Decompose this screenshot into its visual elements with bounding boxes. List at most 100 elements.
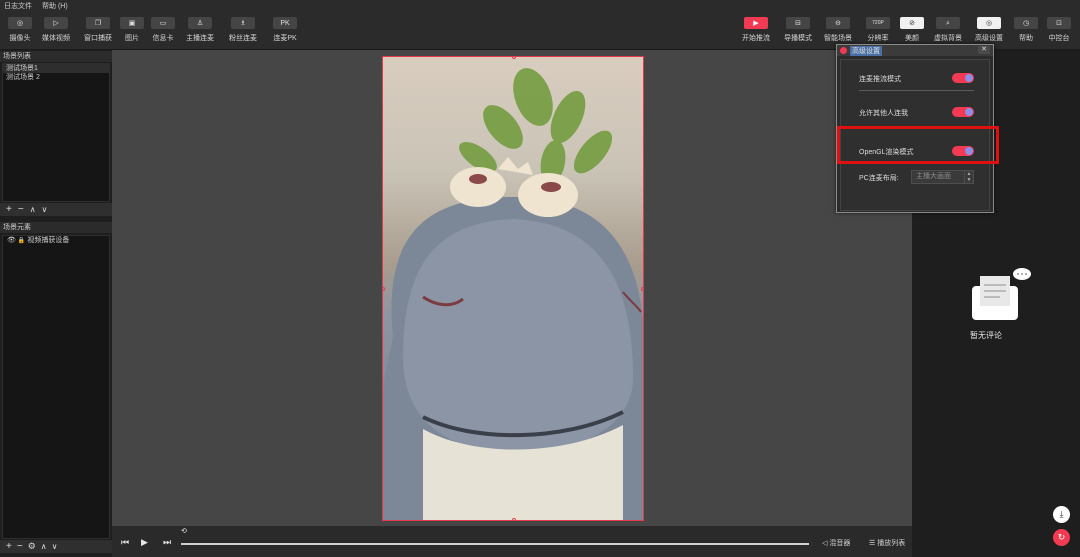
playlist-label: 播放列表 [877,540,906,547]
toolbar-label: 粉丝连麦 [229,35,257,42]
playback-progress-track[interactable] [181,543,809,545]
layout-value: 主播大画面 [916,173,951,180]
console-icon: ⊡ [1047,17,1071,29]
move-down-icon[interactable]: ∨ [52,542,58,551]
toolbar-fan-link-button[interactable]: ♗ 粉丝连麦 [223,17,263,43]
toolbar-camera-button[interactable]: ◎ 摄像头 [0,17,40,43]
pk-icon: PK [273,17,297,29]
help-icon: ◷ [1014,17,1038,29]
toolbar-label: 连麦PK [273,35,297,42]
close-icon[interactable]: ✕ [978,46,990,54]
toolbar-label: 虚拟背景 [934,35,962,42]
scene-element-label: 视频捕获设备 [27,237,70,244]
smart-scene-icon: ⊖ [826,17,850,29]
scene-list: 测试场景1 测试场景 2 [2,63,110,202]
move-up-icon[interactable]: ∧ [41,542,47,551]
toolbar-label: 分辨率 [867,35,889,42]
scene-item-2[interactable]: 测试场景 2 [3,73,109,82]
toolbar-label: 窗口捕获 [84,35,112,42]
option-label: 连麦推流模式 [859,76,901,83]
divider [859,90,974,91]
empty-comment-icon [972,268,1031,320]
toolbar-label: 美颜 [905,35,919,42]
toolbar-console-button[interactable]: ⊡ 中控台 [1039,17,1079,43]
scene-element-list: 👁 🔒 视频捕获设备 [2,235,110,539]
scene-item-1[interactable]: 测试场景1 [3,64,109,73]
add-icon[interactable]: + [6,541,12,552]
camera-icon: ◎ [8,17,32,29]
toolbar-director-mode-button[interactable]: ⊟ 导播模式 [778,17,818,43]
remove-icon[interactable]: − [17,541,23,552]
toolbar-label: 摄像头 [9,35,31,42]
gear-icon[interactable]: ⚙ [28,541,36,552]
resize-handle[interactable] [641,287,643,291]
info-card-icon: ▭ [151,17,175,29]
skip-forward-icon[interactable]: ⏭ [163,537,171,548]
toolbar-smart-scene-button[interactable]: ⊖ 智能场景 [818,17,858,43]
option-pc-link-layout: PC连麦布局: 主播大画面 ▲ ▼ [841,170,991,184]
add-icon[interactable]: + [6,204,12,215]
mixer-button[interactable]: ◁ 混音器 [822,538,850,548]
settings-icon: ◎ [977,17,1001,29]
toolbar-label: 媒体视频 [42,35,70,42]
loop-icon[interactable]: ⟲ [181,527,187,535]
menu-help[interactable]: 帮助 (H) [42,1,68,11]
scene-element-controls: + − ⚙ ∧ ∨ [0,540,112,553]
toolbar-anchor-link-button[interactable]: ♙ 主播连麦 [180,17,220,43]
anchor-link-icon: ♙ [188,17,212,29]
highlight-annotation [837,126,999,164]
move-up-icon[interactable]: ∧ [30,205,36,214]
stepper-icon[interactable]: ▲ ▼ [964,171,973,183]
toolbar-play-button[interactable]: ▷ 媒体视频 [36,17,76,43]
resolution-icon: 720P [866,17,890,29]
download-icon[interactable]: ⤓ [1053,506,1070,523]
beauty-icon: ⊘ [900,17,924,29]
move-down-icon[interactable]: ∨ [42,205,48,214]
link-push-mode-toggle[interactable] [952,73,974,83]
eye-icon[interactable]: 👁 [7,236,16,246]
toolbar-info-card-button[interactable]: ▭ 信息卡 [143,17,183,43]
toolbar-label: 信息卡 [152,35,174,42]
lock-icon[interactable]: 🔒 [18,236,25,246]
toolbar-start-stream-button[interactable]: ▶ 开始推流 [736,17,776,43]
toolbar-label: 图片 [125,35,139,42]
camera-video-source[interactable] [382,56,644,521]
toolbar-label: 智能场景 [824,35,852,42]
empty-comment-text: 暂无评论 [970,331,1002,340]
toolbar-pk-button[interactable]: PK 连麦PK [265,17,305,43]
toolbar-search-button[interactable]: ⌕ 虚拟背景 [928,17,968,43]
resize-handle[interactable] [512,518,516,520]
refresh-icon[interactable]: ↻ [1053,529,1070,546]
option-link-push-mode: 连麦推流模式 [841,71,991,85]
app-logo-icon [840,47,847,54]
dialog-title-bar[interactable]: 高级设置 ✕ [837,45,993,56]
toolbar-label: 中控台 [1048,35,1070,42]
director-mode-icon: ⊟ [786,17,810,29]
mixer-label: 混音器 [829,540,851,547]
play-icon[interactable]: ▶ [141,537,148,548]
option-label: 允许其他人连我 [859,110,908,117]
list-icon: ☰ [869,540,878,547]
playlist-button[interactable]: ☰ 播放列表 [869,538,905,548]
window-capture-icon: ❐ [86,17,110,29]
toolbar-label: 帮助 [1019,35,1033,42]
menu-bar: 日志文件 帮助 (H) [0,0,1080,11]
allow-others-link-toggle[interactable] [952,107,974,117]
toolbar-label: 导播模式 [784,35,812,42]
menu-log-file[interactable]: 日志文件 [4,1,32,11]
option-allow-others-link: 允许其他人连我 [841,105,991,119]
preview-canvas[interactable] [112,50,912,526]
layout-select[interactable]: 主播大画面 ▲ ▼ [911,170,974,184]
skip-back-icon[interactable]: ⏮ [121,537,129,548]
image-icon: ▣ [120,17,144,29]
scene-element-item[interactable]: 👁 🔒 视频捕获设备 [3,236,109,246]
toolbar-settings-button[interactable]: ◎ 高级设置 [969,17,1009,43]
toolbar-label: 开始推流 [742,35,770,42]
remove-icon[interactable]: − [18,204,24,215]
start-stream-icon: ▶ [744,17,768,29]
layout-label: PC连麦布局: [859,175,899,182]
scene-element-title: 场景元素 [0,222,112,233]
playback-bar: ⏮ ▶ ⏭ ⟲ ◁ 混音器 ☰ 播放列表 [112,526,912,557]
toolbar-beauty-button[interactable]: ⊘ 美颜 [892,17,932,43]
scene-list-controls: + − ∧ ∨ [0,203,112,216]
